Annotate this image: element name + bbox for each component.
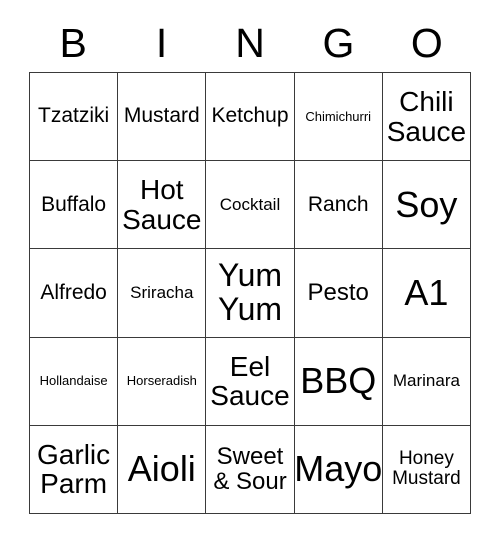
bingo-cell[interactable]: Pesto <box>294 249 383 338</box>
header-letter-o: O <box>383 14 471 72</box>
bingo-row: Hollandaise Horseradish Eel Sauce BBQ Marina… <box>30 337 472 426</box>
bingo-row: Garlic Parm Aioli Sweet & Sour Mayo Honey Mu… <box>30 425 472 515</box>
bingo-cell[interactable]: A1 <box>382 249 472 338</box>
header-letter-o-label: O <box>410 19 443 66</box>
header-letter-i-label: I <box>155 19 168 66</box>
bingo-card: B I N G O Tzatziki Mustard Ketchup Chimichu… <box>29 14 472 515</box>
bingo-cell-label: Ketchup <box>211 104 289 128</box>
bingo-cell[interactable]: Honey Mustard <box>382 425 472 515</box>
bingo-cell-label: Eel Sauce <box>210 350 290 412</box>
bingo-cell[interactable]: Chimichurri <box>294 73 383 162</box>
bingo-cell-label: Horseradish <box>126 373 197 389</box>
bingo-row: Alfredo Sriracha Yum Yum Pesto A1 <box>30 249 472 338</box>
bingo-cell-label: Tzatziki <box>38 104 110 128</box>
bingo-cell-label: Hollandaise <box>39 373 108 389</box>
bingo-cell[interactable]: Ranch <box>294 161 383 250</box>
bingo-cell[interactable]: Buffalo <box>30 161 119 250</box>
header-letter-n-label: N <box>235 19 265 66</box>
bingo-cell[interactable]: Ketchup <box>206 73 295 162</box>
bingo-cell[interactable]: Yum Yum <box>206 249 295 338</box>
bingo-cell[interactable]: Garlic Parm <box>30 425 119 515</box>
bingo-row: Buffalo Hot Sauce Cocktail Ranch Soy <box>30 161 472 250</box>
bingo-cell-label: A1 <box>404 271 449 313</box>
bingo-cell-label: Mayo <box>294 448 383 490</box>
bingo-cell[interactable]: Cocktail <box>206 161 295 250</box>
bingo-cell[interactable]: Aioli <box>118 425 207 515</box>
bingo-cell-label: Marinara <box>392 371 460 391</box>
bingo-cell-label: Honey Mustard <box>392 448 461 490</box>
bingo-cell-label: Garlic Parm <box>37 438 111 500</box>
bingo-cell-label: Pesto <box>307 279 369 307</box>
bingo-cell-label: Alfredo <box>40 280 107 304</box>
bingo-cell-label: Sriracha <box>130 283 194 302</box>
header-letter-b: B <box>29 14 117 72</box>
bingo-cell-label: Cocktail <box>219 194 281 214</box>
bingo-cell-label: Buffalo <box>41 192 107 216</box>
bingo-cell[interactable]: Chili Sauce <box>382 73 472 162</box>
bingo-grid: Tzatziki Mustard Ketchup Chimichurri Chili S… <box>29 72 472 515</box>
bingo-cell-label: Mustard <box>123 104 200 128</box>
bingo-cell-label: Hot Sauce <box>122 174 202 235</box>
bingo-cell-label: Yum Yum <box>217 257 283 327</box>
bingo-cell[interactable]: Mustard <box>118 73 207 162</box>
bingo-cell-label: Ranch <box>307 192 369 216</box>
bingo-cell-label: Chili Sauce <box>386 85 467 147</box>
bingo-cell[interactable]: Sriracha <box>118 249 207 338</box>
bingo-row: Tzatziki Mustard Ketchup Chimichurri Chili S… <box>30 73 472 162</box>
bingo-cell[interactable]: Tzatziki <box>30 73 119 162</box>
bingo-cell[interactable]: Soy <box>382 161 472 250</box>
bingo-cell-label: Chimichurri <box>305 108 372 124</box>
bingo-cell-label: Soy <box>395 183 458 225</box>
header-letter-i: I <box>117 14 205 72</box>
bingo-cell[interactable]: Mayo <box>294 425 383 515</box>
bingo-cell[interactable]: Marinara <box>382 337 472 426</box>
bingo-cell[interactable]: Hollandaise <box>30 337 119 426</box>
bingo-cell[interactable]: Sweet & Sour <box>206 425 295 515</box>
bingo-cell[interactable]: Alfredo <box>30 249 119 338</box>
bingo-cell-label: Aioli <box>127 448 196 490</box>
bingo-cell-label: BBQ <box>300 360 377 402</box>
header-letter-n: N <box>206 14 294 72</box>
bingo-cell[interactable]: Hot Sauce <box>118 161 207 250</box>
bingo-cell-label: Sweet & Sour <box>213 442 287 496</box>
bingo-cell[interactable]: Eel Sauce <box>206 337 295 426</box>
header-letter-b-label: B <box>59 19 87 66</box>
bingo-cell[interactable]: Horseradish <box>118 337 207 426</box>
bingo-header: B I N G O <box>29 14 471 72</box>
header-letter-g-label: G <box>322 19 355 66</box>
header-letter-g: G <box>294 14 382 72</box>
bingo-cell[interactable]: BBQ <box>294 337 383 426</box>
